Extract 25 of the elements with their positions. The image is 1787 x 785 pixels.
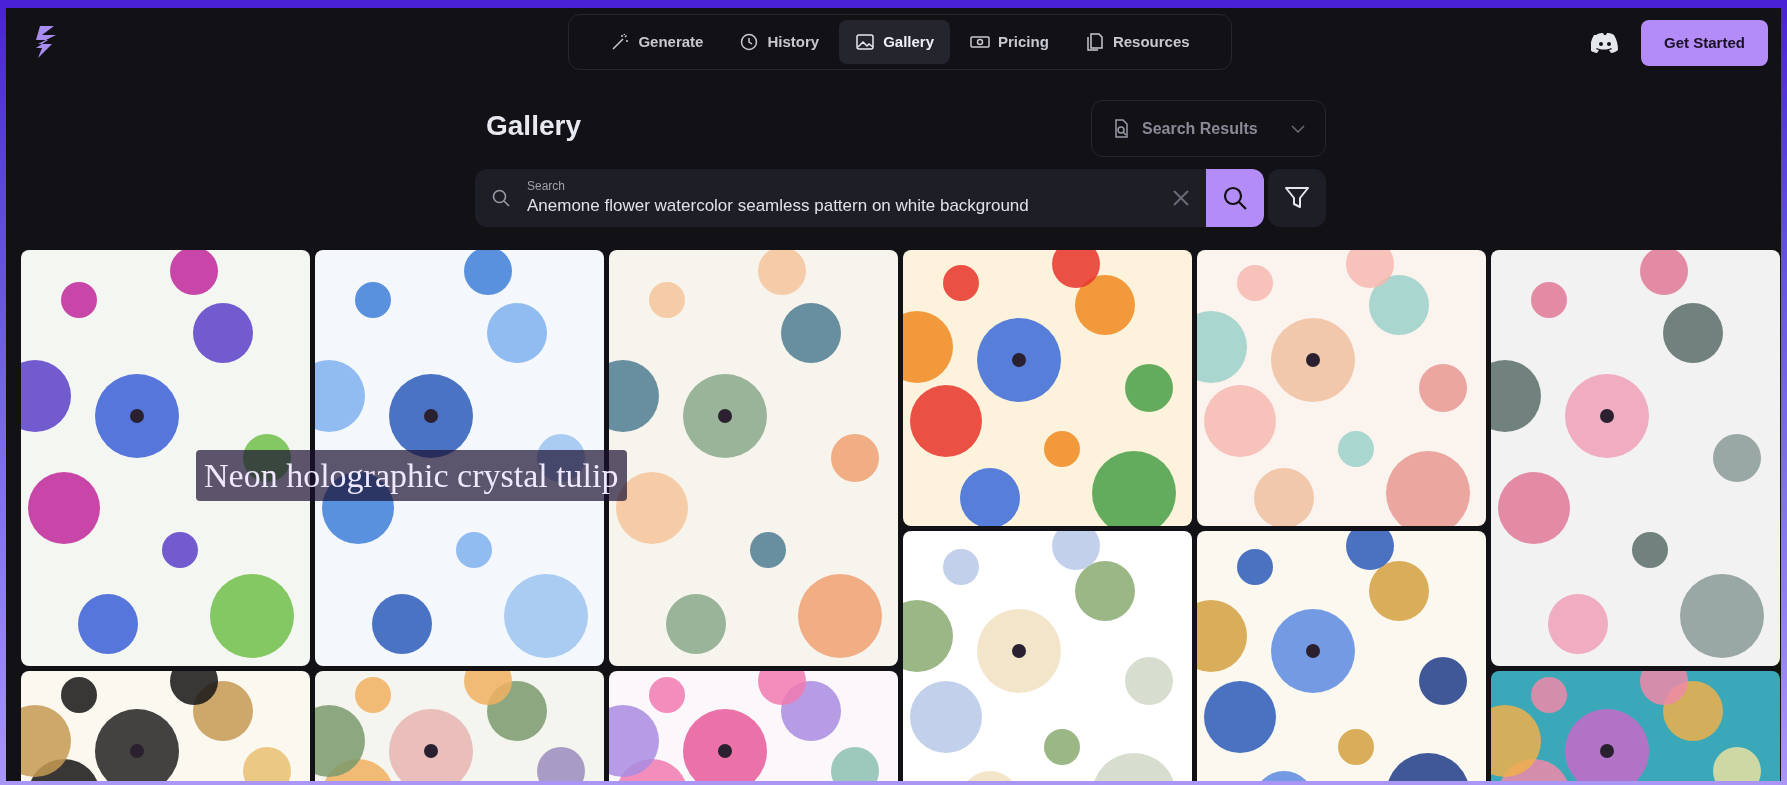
nav-tab[interactable]: Resources: [1068, 20, 1206, 64]
page-title: Gallery: [486, 109, 581, 143]
clock-icon: [739, 32, 760, 52]
filter-icon: [1284, 185, 1310, 211]
search-value: Anemone flower watercolor seamless pattern on white background: [527, 194, 1030, 217]
search-field[interactable]: Search Anemone flower watercolor seamless pattern on white background: [475, 169, 1206, 227]
image-icon: [855, 32, 876, 52]
search-icon: [491, 188, 511, 208]
clear-icon[interactable]: [1172, 189, 1190, 207]
overlay-text: Neon holographic crystal tulip: [196, 450, 627, 501]
nav-tab[interactable]: History: [723, 20, 836, 64]
nav-tab[interactable]: Generate: [594, 20, 720, 64]
nav-tab[interactable]: Pricing: [954, 20, 1065, 64]
search-label: Search: [527, 178, 567, 194]
get-started-button[interactable]: Get Started: [1641, 20, 1768, 66]
chevron-down-icon: [1291, 124, 1305, 133]
discord-icon[interactable]: [1591, 32, 1619, 54]
filter-button[interactable]: [1268, 169, 1326, 227]
document-search-icon: [1112, 118, 1130, 139]
sort-dropdown[interactable]: Search Results: [1091, 100, 1326, 157]
magic-wand-icon: [610, 32, 631, 52]
search-icon: [1222, 185, 1248, 211]
document-icon: [1084, 32, 1105, 52]
nav-tab[interactable]: Gallery: [839, 20, 950, 64]
search-button[interactable]: [1206, 169, 1264, 227]
